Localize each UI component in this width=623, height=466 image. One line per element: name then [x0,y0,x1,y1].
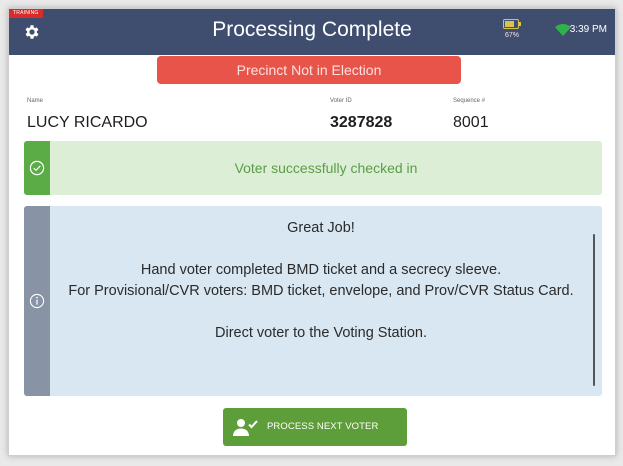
sequence-number: 8001 [453,114,489,131]
instruction-line-1: Hand voter completed BMD ticket and a se… [140,262,502,278]
info-strip [24,206,50,396]
scrollbar[interactable] [593,234,595,386]
device-screen: TRAINING Processing Complete 67% 3:39 PM… [8,8,616,456]
wifi-icon [555,24,571,36]
clock: 3:39 PM [569,24,607,35]
top-bar: TRAINING Processing Complete 67% 3:39 PM [9,9,615,55]
instruction-line-3: Direct voter to the Voting Station. [215,325,427,341]
voter-id: 3287828 [330,114,393,131]
add-user-check-icon [233,419,258,436]
name-label: Name [27,98,44,104]
battery-fill [505,21,515,27]
page-title: Processing Complete [212,18,412,41]
voter-name: LUCY RICARDO [27,114,148,131]
battery-icon: 67% [501,19,523,45]
instructions-text: Great Job! Hand voter completed BMD tick… [50,218,592,344]
sequence-label: Sequence # [453,98,486,104]
battery-percent: 67% [504,32,519,39]
success-banner: Voter successfully checked in [24,141,602,195]
precinct-alert: Precinct Not in Election [157,56,461,84]
success-strip [24,141,50,195]
process-next-voter-label: PROCESS NEXT VOTER [267,421,379,432]
training-badge: TRAINING [9,9,43,18]
voter-id-label: Voter ID [330,98,352,104]
info-circle-icon [29,293,45,309]
instructions-panel: Great Job! Hand voter completed BMD tick… [24,206,602,396]
check-circle-icon [29,160,45,176]
instructions-heading: Great Job! [287,220,355,236]
process-next-voter-button[interactable]: PROCESS NEXT VOTER [223,408,407,446]
success-message: Voter successfully checked in [234,160,418,176]
instruction-line-2: For Provisional/CVR voters: BMD ticket, … [68,283,574,299]
